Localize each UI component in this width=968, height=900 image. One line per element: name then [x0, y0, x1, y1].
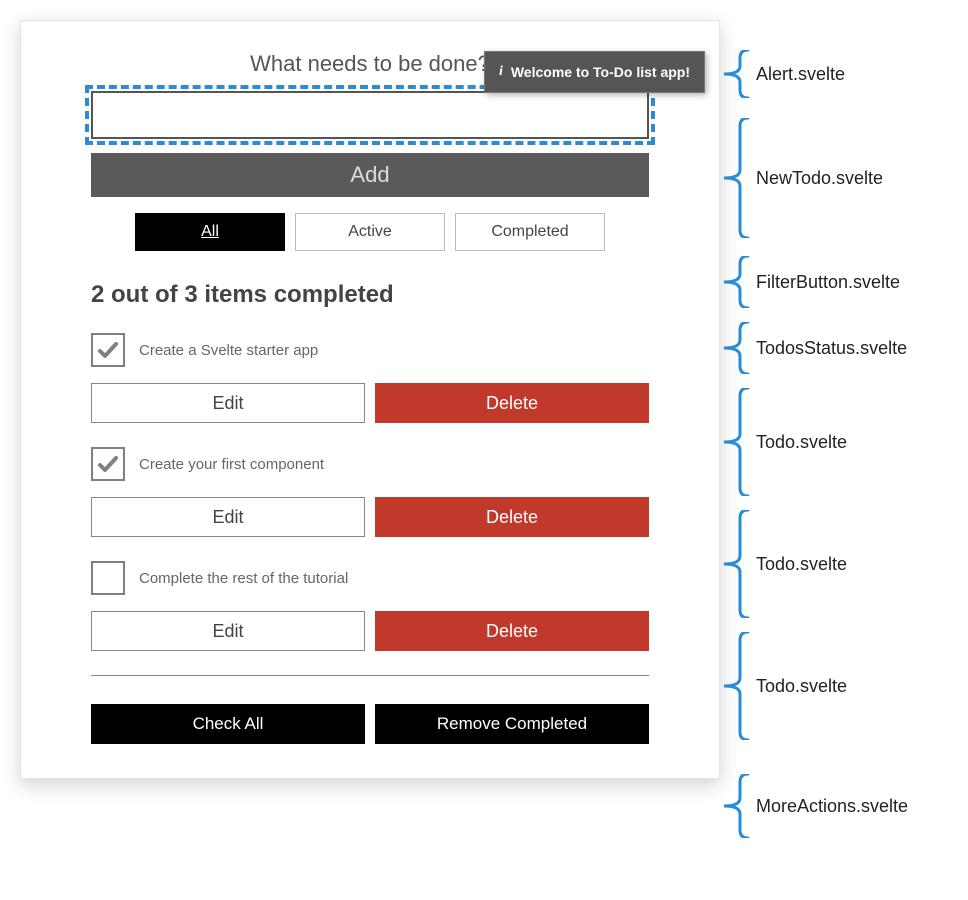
todo-label: Create your first component	[139, 456, 324, 473]
brace-icon	[724, 632, 750, 740]
annotation: NewTodo.svelte	[724, 118, 883, 238]
brace-icon	[724, 118, 750, 238]
brace-icon	[724, 50, 750, 98]
annotation-label: TodosStatus.svelte	[756, 338, 907, 359]
annotation-label: Todo.svelte	[756, 676, 847, 697]
todo-item: Create a Svelte starter app EditDelete	[91, 333, 649, 423]
todo-list: Create a Svelte starter appEditDeleteCre…	[91, 333, 649, 651]
annotation: Todo.svelte	[724, 632, 847, 740]
annotation-label: Alert.svelte	[756, 64, 845, 85]
filter-all[interactable]: All	[135, 213, 285, 251]
remove-completed-button[interactable]: Remove Completed	[375, 704, 649, 744]
todo-checkbox[interactable]	[91, 447, 125, 481]
annotation-label: Todo.svelte	[756, 432, 847, 453]
delete-button[interactable]: Delete	[375, 383, 649, 423]
brace-icon	[724, 322, 750, 374]
annotation: FilterButton.svelte	[724, 256, 900, 308]
brace-icon	[724, 256, 750, 308]
annotation-label: FilterButton.svelte	[756, 272, 900, 293]
delete-button[interactable]: Delete	[375, 611, 649, 651]
more-actions: Check All Remove Completed	[91, 704, 649, 744]
check-all-button[interactable]: Check All	[91, 704, 365, 744]
brace-icon	[724, 774, 750, 838]
todo-label: Create a Svelte starter app	[139, 342, 318, 359]
filter-group: All Active Completed	[91, 213, 649, 251]
check-icon	[96, 338, 120, 362]
filter-active[interactable]: Active	[295, 213, 445, 251]
annotation-label: Todo.svelte	[756, 554, 847, 575]
annotation: Alert.svelte	[724, 50, 845, 98]
brace-icon	[724, 510, 750, 618]
annotation: MoreActions.svelte	[724, 774, 908, 838]
check-icon	[96, 452, 120, 476]
new-todo-input[interactable]	[91, 91, 649, 139]
filter-completed[interactable]: Completed	[455, 213, 605, 251]
annotation: Todo.svelte	[724, 388, 847, 496]
todo-checkbox[interactable]	[91, 561, 125, 595]
info-icon: i	[499, 64, 503, 80]
edit-button[interactable]: Edit	[91, 383, 365, 423]
todo-checkbox[interactable]	[91, 333, 125, 367]
annotation: Todo.svelte	[724, 510, 847, 618]
todo-label: Complete the rest of the tutorial	[139, 570, 348, 587]
annotation-label: MoreActions.svelte	[756, 796, 908, 817]
add-button[interactable]: Add	[91, 153, 649, 197]
todo-item: Complete the rest of the tutorial EditDel…	[91, 561, 649, 651]
app-card: What needs to be done? i Welcome to To-D…	[20, 20, 720, 779]
annotation: TodosStatus.svelte	[724, 322, 907, 374]
todo-item: Create your first component EditDelete	[91, 447, 649, 537]
delete-button[interactable]: Delete	[375, 497, 649, 537]
alert-toast: i Welcome to To-Do list app!	[484, 51, 705, 93]
annotation-label: NewTodo.svelte	[756, 168, 883, 189]
divider	[91, 675, 649, 676]
edit-button[interactable]: Edit	[91, 611, 365, 651]
status-heading: 2 out of 3 items completed	[91, 281, 649, 309]
brace-icon	[724, 388, 750, 496]
edit-button[interactable]: Edit	[91, 497, 365, 537]
alert-text: Welcome to To-Do list app!	[511, 64, 690, 80]
